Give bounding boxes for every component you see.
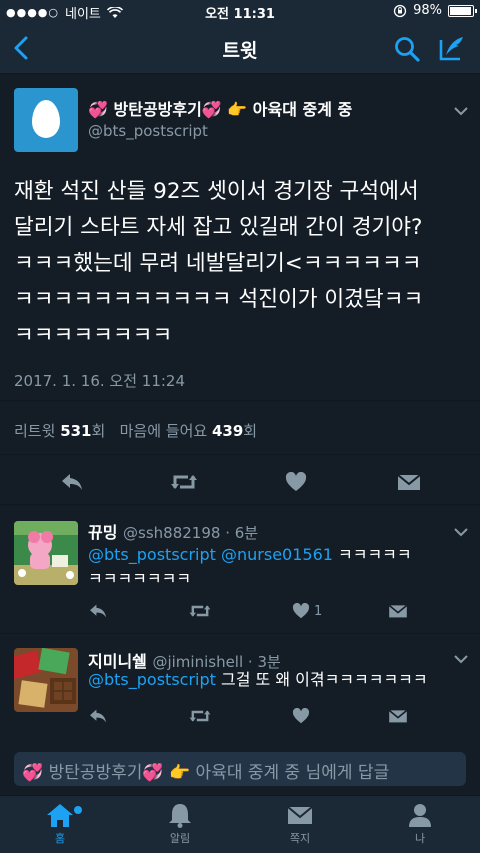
status-bar: ●●●●○ 네이트 오전 11:31 98%	[0, 0, 480, 24]
tab-home[interactable]: 홈	[30, 802, 90, 846]
reply-name: 뀨밍	[88, 523, 118, 542]
mentions[interactable]: @bts_postscript @nurse01561	[88, 545, 333, 564]
like-stat[interactable]: 마음에 들어요 439회	[120, 422, 257, 440]
reply-icon[interactable]	[88, 603, 108, 619]
reply-text: @bts_postscript 그걸 또 왜 이겪ㅋㅋㅋㅋㅋㅋㅋ	[88, 668, 458, 692]
reply-icon[interactable]	[88, 708, 108, 724]
retweet-stat[interactable]: 리트윗 531회	[14, 422, 105, 440]
retweet-count: 531	[60, 422, 92, 440]
chevron-down-icon[interactable]	[454, 106, 468, 116]
tweet-line: ㅋㅋㅋㅋㅋㅋㅋㅋ	[14, 323, 173, 348]
tweet-timestamp: 2017. 1. 16. 오전 11:24	[14, 372, 186, 390]
divider	[0, 454, 480, 455]
bell-icon	[169, 804, 191, 828]
reply-item[interactable]: 뀨밍 @ssh882198 · 6분 @bts_postscript @nurs…	[0, 505, 480, 634]
like-unit: 회	[243, 422, 258, 440]
chevron-down-icon[interactable]	[454, 527, 468, 537]
battery-percent: 98%	[413, 3, 442, 18]
tweet-line: 재환 석진 산들 92즈 셋이서 경기장 구석에서	[14, 179, 419, 204]
envelope-icon	[287, 806, 313, 824]
tweet-line: ㅋㅋㅋㅋㅋㅋㅋㅋㅋㅋㅋ 석진이가 이겼닼ㅋㅋ	[14, 287, 424, 312]
tab-label: 나	[414, 832, 426, 845]
retweet-icon[interactable]	[170, 472, 198, 492]
like-count: 1	[314, 604, 323, 619]
chevron-down-icon[interactable]	[454, 654, 468, 664]
tab-notifications[interactable]: 알림	[150, 802, 210, 846]
reply-handle-time: @ssh882198 · 6분	[123, 524, 259, 542]
tweet-line: ㅋㅋㅋ했는데 무려 네발달리기<ㅋㅋㅋㅋㅋㅋ	[14, 251, 422, 276]
retweet-icon[interactable]	[188, 603, 212, 619]
rotation-lock-icon	[393, 4, 407, 17]
reply-text-line: ㅋㅋㅋㅋㅋㅋㅋ	[88, 569, 192, 588]
message-icon[interactable]	[397, 472, 421, 492]
main-tweet: 💞 방탄공방후기💞 👉 아육대 중계 중 @bts_postscript 재환 …	[0, 74, 480, 505]
author-handle[interactable]: @bts_postscript	[88, 122, 208, 140]
like-label: 마음에 들어요	[119, 422, 208, 440]
nav-bar: 트윗	[0, 24, 480, 74]
retweet-unit: 회	[91, 422, 106, 440]
avatar-image	[14, 648, 78, 712]
tweet-stats: 리트윗 531회 마음에 들어요 439회	[14, 420, 257, 441]
tab-label: 알림	[169, 832, 191, 845]
compose-icon[interactable]	[438, 34, 466, 62]
heart-icon[interactable]	[285, 472, 307, 492]
reply-text-line: ㅋㅋㅋㅋㅋ	[332, 545, 412, 564]
reply-text: @bts_postscript @nurse01561 ㅋㅋㅋㅋㅋ ㅋㅋㅋㅋㅋㅋ…	[88, 543, 458, 591]
person-icon	[409, 804, 431, 827]
like-count: 439	[211, 422, 244, 440]
avatar[interactable]	[14, 648, 78, 712]
home-icon	[47, 804, 73, 827]
heart-icon[interactable]	[292, 708, 310, 724]
message-icon[interactable]	[388, 708, 408, 724]
tab-bar: 홈 알림 쪽지 나	[0, 795, 480, 853]
tab-label: 쪽지	[289, 832, 311, 845]
tab-label: 홈	[54, 832, 66, 845]
avatar[interactable]	[14, 88, 78, 152]
unread-dot	[74, 806, 82, 814]
reply-icon[interactable]	[60, 472, 84, 492]
avatar-image	[14, 521, 78, 585]
reply-text-line: 그걸 또 왜 이겪ㅋㅋㅋㅋㅋㅋㅋ	[215, 670, 428, 689]
reply-input[interactable]: 💞 방탄공방후기💞 👉 아육대 중계 중 님에게 답글	[14, 752, 466, 786]
avatar[interactable]	[14, 521, 78, 585]
egg-icon	[32, 100, 60, 138]
author-name[interactable]: 💞 방탄공방후기💞 👉 아육대 중계 중	[88, 96, 352, 120]
reply-item[interactable]: 지미니쉘 @jiminishell · 3분 @bts_postscript 그…	[0, 634, 480, 744]
retweet-label: 리트윗	[14, 422, 56, 440]
reply-author[interactable]: 뀨밍 @ssh882198 · 6분	[88, 519, 258, 543]
message-icon[interactable]	[388, 603, 408, 619]
tweet-line: 달리기 스타트 자세 잡고 있길래 간이 경기야?	[14, 215, 423, 240]
tab-profile[interactable]: 나	[390, 802, 450, 846]
tweet-text: 재환 석진 산들 92즈 셋이서 경기장 구석에서 달리기 스타트 자세 잡고 …	[14, 174, 470, 354]
mentions[interactable]: @bts_postscript	[88, 670, 216, 689]
divider	[0, 400, 480, 401]
battery-icon	[448, 4, 477, 17]
search-icon[interactable]	[394, 36, 420, 62]
tab-messages[interactable]: 쪽지	[270, 802, 330, 846]
retweet-icon[interactable]	[188, 708, 212, 724]
heart-icon[interactable]	[292, 603, 310, 619]
